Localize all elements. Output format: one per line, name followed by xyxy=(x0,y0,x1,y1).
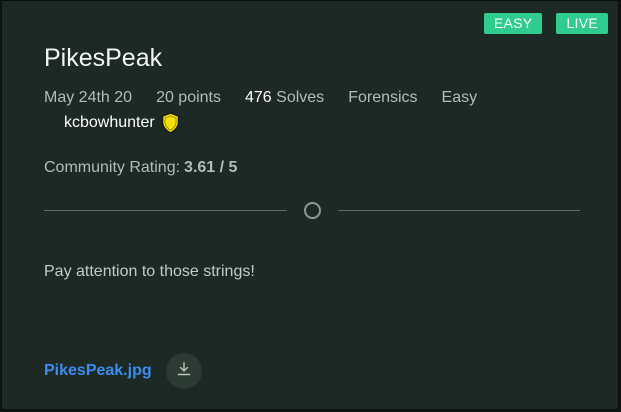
challenge-solves: 476 Solves xyxy=(245,89,324,107)
challenge-date: May 24th 20 xyxy=(44,89,133,106)
challenge-title: PikesPeak xyxy=(44,44,163,72)
attachment-link[interactable]: PikesPeak.jpg xyxy=(44,362,152,380)
status-badge: LIVE xyxy=(556,13,608,34)
author-name[interactable]: kcbowhunter xyxy=(64,114,155,132)
badge-group: EASY LIVE xyxy=(483,13,608,34)
challenge-description: Pay attention to those strings! xyxy=(44,263,255,280)
difficulty-badge: EASY xyxy=(483,13,543,34)
challenge-difficulty: Easy xyxy=(441,89,478,106)
divider-right xyxy=(338,210,580,211)
challenge-category: Forensics xyxy=(348,89,418,106)
rating-value: 3.61 / 5 xyxy=(184,159,238,176)
challenge-card: EASY LIVE PikesPeak May 24th 20 20 point… xyxy=(1,0,619,410)
download-icon xyxy=(176,361,192,382)
loading-circle-icon xyxy=(304,202,321,219)
solves-count: 476 xyxy=(245,89,272,106)
rating-label: Community Rating: xyxy=(44,159,181,176)
download-button[interactable] xyxy=(166,353,202,389)
challenge-author: kcbowhunter xyxy=(64,112,180,134)
challenge-meta: May 24th 20 20 points 476 Solves Forensi… xyxy=(44,89,501,107)
solves-label: Solves xyxy=(276,89,325,106)
shield-icon xyxy=(161,112,180,134)
divider-left xyxy=(44,210,287,211)
challenge-points: 20 points xyxy=(156,89,221,106)
community-rating: Community Rating: 3.61 / 5 xyxy=(44,159,237,177)
